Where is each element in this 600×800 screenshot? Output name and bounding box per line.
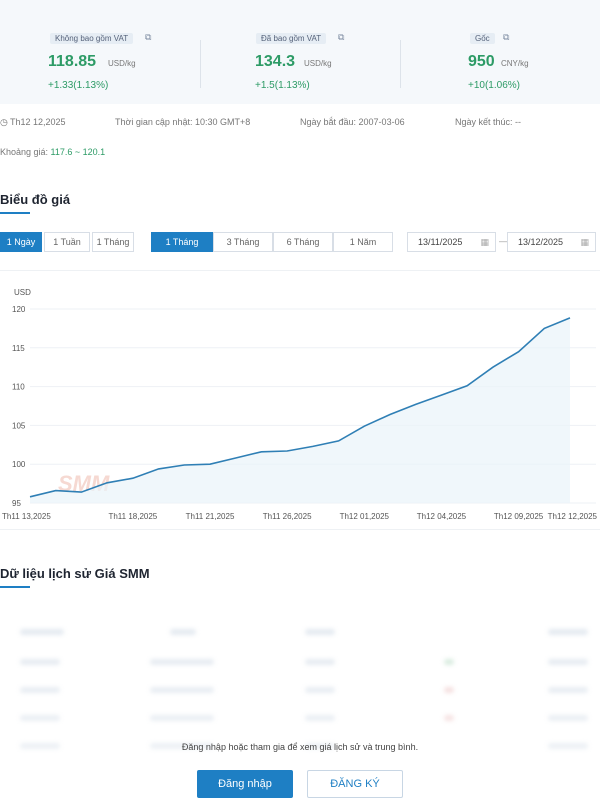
y-tick-label: 100 xyxy=(12,460,26,469)
price-change: +1.5(1.13%) xyxy=(255,80,310,91)
blur-overlay xyxy=(0,620,600,800)
price-chart: SMM USD 95 100 105 110 115 120 Th11 13,2025 Th11 … xyxy=(0,270,600,530)
y-axis-unit: USD xyxy=(14,288,31,297)
copy-icon[interactable]: ⧉ xyxy=(503,32,509,43)
period-button-3-months[interactable]: 3 Tháng xyxy=(213,232,273,252)
price-change: +10(1.06%) xyxy=(468,80,520,91)
price-tag: Không bao gồm VAT xyxy=(50,33,134,44)
price-value: 950 xyxy=(468,53,495,70)
interval-button-1-month[interactable]: 1 Tháng xyxy=(92,232,134,252)
price-tag: Gốc xyxy=(470,33,495,44)
price-value: 134.3 xyxy=(255,53,296,70)
date-from-input[interactable]: 13/11/2025 ▦ xyxy=(407,232,496,252)
x-tick-label: Th11 26,2025 xyxy=(263,512,312,521)
price-tag: Đã bao gồm VAT xyxy=(256,33,327,44)
date-to-value: 13/12/2025 xyxy=(518,237,564,247)
x-tick-label: Th11 18,2025 xyxy=(108,512,157,521)
price-range-label: Khoảng giá: xyxy=(0,147,51,157)
copy-icon[interactable]: ⧉ xyxy=(338,32,344,43)
date-from-value: 13/11/2025 xyxy=(418,237,463,247)
price-unit: USD/kg xyxy=(108,59,136,68)
current-date: Th12 12,2025 xyxy=(10,117,66,127)
x-tick-label: Th12 01,2025 xyxy=(340,512,390,521)
price-range-value: 117.6 ~ 120.1 xyxy=(50,147,106,157)
login-message: Đăng nhập hoặc tham gia để xem giá lịch … xyxy=(181,742,419,752)
period-button-1-year[interactable]: 1 Năm xyxy=(333,232,393,252)
calendar-icon: ▦ xyxy=(580,237,589,247)
y-tick-label: 110 xyxy=(12,383,25,392)
x-tick-label: Th12 09,2025 xyxy=(494,512,544,521)
price-unit: USD/kg xyxy=(304,59,332,68)
x-tick-label: Th12 12,2025 xyxy=(548,512,598,521)
y-tick-label: 120 xyxy=(12,305,26,314)
x-tick-label: Th11 13,2025 xyxy=(2,512,51,521)
update-time: Thời gian cập nhật: 10:30 GMT+8 xyxy=(115,117,251,127)
chart-section-title: Biểu đồ giá xyxy=(0,192,71,207)
series-area xyxy=(30,317,570,503)
login-button[interactable]: Đăng nhập xyxy=(197,770,293,798)
date-to-input[interactable]: 13/12/2025 ▦ xyxy=(507,232,596,252)
history-table-blurred xyxy=(0,620,600,800)
section-underline xyxy=(0,586,30,588)
price-col-origin: Gốc ⧉ 950 CNY/kg +10(1.06%) xyxy=(400,0,600,104)
history-section-title: Dữ liệu lịch sử Giá SMM xyxy=(0,566,150,581)
end-date: Ngày kết thúc: -- xyxy=(455,117,522,127)
period-button-1-month[interactable]: 1 Tháng xyxy=(151,232,213,252)
copy-icon[interactable]: ⧉ xyxy=(145,32,151,43)
x-tick-label: Th11 21,2025 xyxy=(186,512,235,521)
y-tick-label: 105 xyxy=(12,421,26,430)
interval-button-1-week[interactable]: 1 Tuần xyxy=(44,232,90,252)
price-value: 118.85 xyxy=(48,53,97,70)
calendar-icon: ▦ xyxy=(480,237,489,247)
start-date: Ngày bắt đầu: 2007-03-06 xyxy=(300,117,405,127)
y-tick-label: 115 xyxy=(12,344,25,353)
interval-button-1-day[interactable]: 1 Ngày xyxy=(0,232,42,252)
price-col-incl-vat: Đã bao gồm VAT ⧉ 134.3 USD/kg +1.5(1.13%… xyxy=(200,0,400,104)
price-summary-panel: Không bao gồm VAT ⧉ 118.85 USD/kg +1.33(… xyxy=(0,0,600,104)
price-chart-svg: SMMUSD95100105110115120Th11 13,2025 Th11 … xyxy=(2,288,598,521)
price-unit: CNY/kg xyxy=(501,59,529,68)
meta-row: ◷ Th12 12,2025 Thời gian cập nhật: 10:30… xyxy=(0,117,600,131)
section-underline xyxy=(0,212,30,214)
price-range: Khoảng giá: 117.6 ~ 120.1 xyxy=(0,147,105,157)
price-change: +1.33(1.13%) xyxy=(48,80,109,91)
x-tick-label: Th12 04,2025 xyxy=(417,512,467,521)
register-button[interactable]: ĐĂNG KÝ xyxy=(307,770,403,798)
clock-icon: ◷ xyxy=(0,117,8,127)
price-col-excl-vat: Không bao gồm VAT ⧉ 118.85 USD/kg +1.33(… xyxy=(0,0,200,104)
period-button-6-months[interactable]: 6 Tháng xyxy=(273,232,333,252)
y-tick-label: 95 xyxy=(12,499,21,508)
